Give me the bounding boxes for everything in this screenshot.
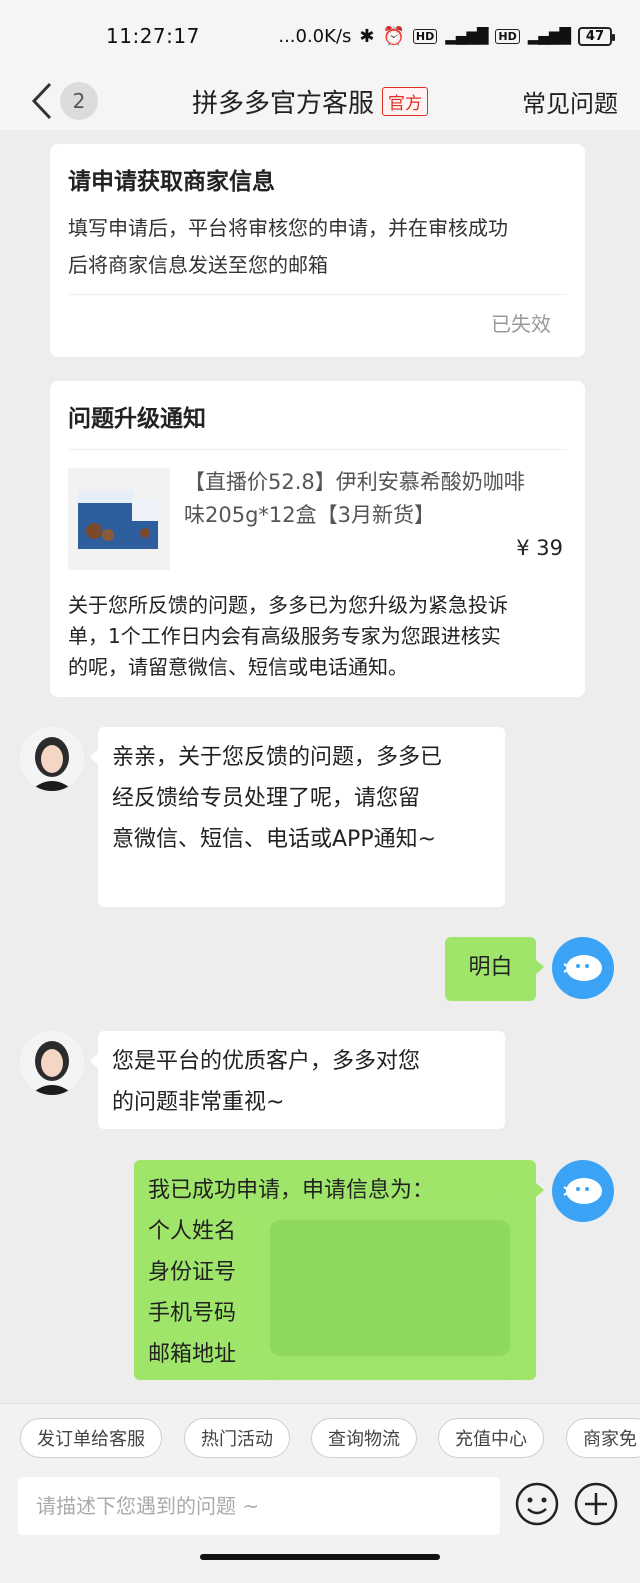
quick-reply-track-shipping[interactable]: 查询物流 bbox=[311, 1418, 417, 1458]
divider bbox=[68, 294, 567, 295]
merchant-info-card[interactable]: 请申请获取商家信息 填写申请后，平台将审核您的申请，并在审核成功 后将商家信息发… bbox=[50, 144, 585, 357]
product-name-line: 【直播价52.8】伊利安慕希酸奶咖啡 bbox=[184, 470, 525, 494]
status-icons: ...0.0K/s ✱ ⏰ HD ▂▄▆█ HD ▂▄▆█ 47 bbox=[278, 25, 616, 47]
hd-icon-2: HD bbox=[495, 28, 520, 44]
agent-avatar-image bbox=[20, 1031, 84, 1095]
user-avatar[interactable] bbox=[552, 1160, 614, 1222]
escalation-text-line: 的呢，请留意微信、短信或电话通知。 bbox=[68, 655, 408, 679]
agent-avatar[interactable] bbox=[20, 1031, 84, 1095]
product-price: ¥ 39 bbox=[516, 536, 563, 560]
bluetooth-icon: ✱ bbox=[359, 25, 375, 47]
battery-icon: 47 bbox=[577, 26, 616, 46]
status-time: 11:27:17 bbox=[106, 24, 200, 48]
quick-reply-hot-events[interactable]: 热门活动 bbox=[184, 1418, 290, 1458]
back-arrow-icon bbox=[31, 82, 52, 120]
message-line: 亲亲，关于您反馈的问题，多多已 bbox=[112, 745, 443, 770]
escalation-text-line: 关于您所反馈的问题，多多已为您升级为紧急投诉 bbox=[68, 593, 508, 617]
page-title: 拼多多官方客服 bbox=[192, 88, 375, 119]
yogurt-box-image bbox=[78, 491, 158, 549]
message-line: 的问题非常重视~ bbox=[112, 1090, 285, 1115]
card-title: 问题升级通知 bbox=[68, 406, 206, 432]
user-avatar-icon bbox=[563, 1178, 602, 1204]
unread-badge: 2 bbox=[60, 82, 98, 120]
more-button[interactable] bbox=[573, 1481, 619, 1527]
quick-reply-merchant[interactable]: 商家免 bbox=[566, 1418, 640, 1458]
back-button[interactable] bbox=[18, 72, 66, 130]
escalation-text-line: 单，1个工作日内会有高级服务专家为您跟进核实 bbox=[68, 624, 501, 648]
product-row[interactable]: 【直播价52.8】伊利安慕希酸奶咖啡 味205g*12盒【3月新货】 ¥ 39 bbox=[50, 450, 585, 572]
agent-message: 亲亲，关于您反馈的问题，多多已 经反馈给专员处理了呢，请您留 意微信、短信、电话… bbox=[90, 727, 505, 907]
network-speed: ...0.0K/s bbox=[278, 25, 352, 47]
message-line: 经反馈给专员处理了呢，请您留 bbox=[112, 786, 421, 811]
quick-reply-send-order[interactable]: 发订单给客服 bbox=[20, 1418, 162, 1458]
message-line: 您是平台的优质客户，多多对您 bbox=[112, 1049, 421, 1074]
card-body-line: 后将商家信息发送至您的邮箱 bbox=[68, 253, 328, 277]
message-line: 意微信、短信、电话或APP通知~ bbox=[112, 827, 437, 852]
quick-reply-bar: 发订单给客服 热门活动 查询物流 充值中心 商家免 bbox=[0, 1403, 640, 1471]
nav-title-group: 拼多多官方客服 官方 bbox=[192, 72, 429, 130]
escalation-text: 关于您所反馈的问题，多多已为您升级为紧急投诉 单，1个工作日内会有高级服务专家为… bbox=[50, 572, 585, 683]
user-avatar-icon bbox=[563, 955, 602, 981]
home-indicator[interactable] bbox=[200, 1554, 440, 1560]
signal-icon-2: ▂▄▆█ bbox=[527, 27, 571, 45]
status-bar: 11:27:17 ...0.0K/s ✱ ⏰ HD ▂▄▆█ HD ▂▄▆█ 4… bbox=[0, 0, 640, 72]
product-image bbox=[68, 468, 170, 570]
message-input[interactable] bbox=[18, 1477, 500, 1535]
card-title: 请申请获取商家信息 bbox=[68, 169, 275, 195]
alarm-icon: ⏰ bbox=[382, 25, 405, 47]
product-name: 【直播价52.8】伊利安慕希酸奶咖啡 味205g*12盒【3月新货】 bbox=[184, 466, 563, 532]
agent-avatar[interactable] bbox=[20, 727, 84, 791]
quick-reply-recharge[interactable]: 充值中心 bbox=[438, 1418, 544, 1458]
agent-avatar-image bbox=[20, 727, 84, 791]
product-name-line: 味205g*12盒【3月新货】 bbox=[184, 503, 435, 527]
hd-icon: HD bbox=[412, 28, 438, 44]
official-tag: 官方 bbox=[382, 86, 429, 116]
agent-message: 您是平台的优质客户，多多对您 的问题非常重视~ bbox=[90, 1031, 505, 1129]
redacted-area-core bbox=[270, 1220, 510, 1356]
card-body: 填写申请后，平台将审核您的申请，并在审核成功 后将商家信息发送至您的邮箱 bbox=[50, 196, 585, 284]
escalation-card: 问题升级通知 【直播价52.8】伊利安慕希酸奶咖啡 味205g*12盒【3月新货… bbox=[50, 381, 585, 697]
user-avatar[interactable] bbox=[552, 937, 614, 999]
message-text: 明白 bbox=[468, 955, 513, 980]
user-message: 明白 bbox=[445, 937, 544, 1001]
faq-link[interactable]: 常见问题 bbox=[522, 72, 618, 130]
card-body-line: 填写申请后，平台将审核您的申请，并在审核成功 bbox=[68, 216, 508, 240]
emoji-button[interactable] bbox=[514, 1481, 560, 1527]
expired-status: 已失效 bbox=[491, 312, 551, 336]
emoji-icon bbox=[515, 1482, 559, 1526]
signal-icon: ▂▄▆█ bbox=[445, 27, 488, 45]
input-bar bbox=[0, 1471, 640, 1583]
plus-icon bbox=[574, 1482, 618, 1526]
message-line: 我已成功申请，申请信息为： bbox=[148, 1178, 435, 1203]
nav-bar: 2 拼多多官方客服 官方 常见问题 bbox=[0, 72, 640, 130]
